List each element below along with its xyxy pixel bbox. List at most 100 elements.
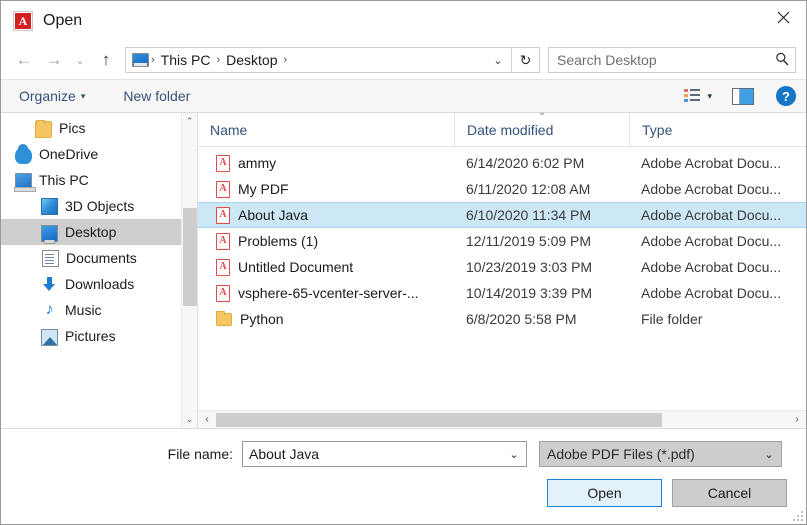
- file-type-cell: File folder: [641, 311, 703, 327]
- file-name-label: Python: [240, 311, 284, 327]
- view-mode-dropdown-icon[interactable]: ▾: [707, 91, 712, 102]
- sidebar-item-this-pc[interactable]: This PC: [1, 167, 197, 193]
- sidebar-item-label: Pics: [59, 120, 86, 136]
- file-name-cell: A Untitled Document: [198, 258, 454, 276]
- adobe-acrobat-icon: A: [13, 11, 33, 31]
- sidebar-item-downloads[interactable]: Downloads: [1, 271, 197, 297]
- back-button[interactable]: ←: [9, 45, 39, 75]
- column-header-name[interactable]: Name: [198, 113, 454, 146]
- file-date-cell: 10/14/2019 3:39 PM: [466, 285, 593, 301]
- file-date-cell: 12/11/2019 5:09 PM: [466, 233, 592, 249]
- sort-descending-icon: ⌄: [537, 107, 547, 118]
- sidebar-item-label: This PC: [39, 172, 89, 188]
- forward-button[interactable]: →: [39, 45, 69, 75]
- chevron-down-icon[interactable]: ⌄: [504, 448, 524, 461]
- sidebar-item-label: OneDrive: [39, 146, 99, 162]
- breadcrumb-item-this-pc[interactable]: This PC: [157, 52, 215, 68]
- refresh-icon[interactable]: ↻: [512, 47, 540, 73]
- file-type-value: Adobe PDF Files (*.pdf): [547, 446, 695, 462]
- sidebar-item-label: Music: [65, 302, 102, 318]
- file-name-input[interactable]: [249, 446, 504, 462]
- scroll-right-icon[interactable]: ›: [788, 411, 806, 429]
- file-name-label: About Java: [238, 207, 309, 223]
- command-bar: Organize ▾ New folder ▾ ?: [1, 79, 806, 113]
- table-row[interactable]: A vsphere-65-vcenter-server-... 10/14/20…: [198, 280, 806, 306]
- file-type-cell: Adobe Acrobat Docu...: [641, 233, 782, 249]
- breadcrumb-separator[interactable]: ›: [282, 54, 290, 66]
- scroll-up-icon[interactable]: ⌃: [182, 113, 198, 130]
- horizontal-scrollbar[interactable]: ‹ ›: [198, 410, 806, 428]
- organize-label: Organize: [19, 88, 76, 104]
- sidebar-item-documents[interactable]: Documents: [1, 245, 197, 271]
- sidebar-item-label: 3D Objects: [65, 198, 135, 214]
- button-row: Open Cancel: [19, 479, 788, 507]
- cancel-button[interactable]: Cancel: [672, 479, 787, 507]
- table-row[interactable]: A About Java 6/10/2020 11:34 PM Adobe Ac…: [198, 202, 806, 228]
- sidebar-scroll-track[interactable]: [182, 130, 198, 411]
- pdf-icon: A: [216, 154, 230, 172]
- close-icon[interactable]: [760, 1, 806, 33]
- file-type-cell: Adobe Acrobat Docu...: [641, 285, 782, 301]
- sidebar-item-pictures[interactable]: Pictures: [1, 323, 197, 349]
- pdf-icon: A: [216, 284, 230, 302]
- chevron-down-icon[interactable]: ⌄: [759, 448, 779, 461]
- new-folder-button[interactable]: New folder: [123, 88, 200, 104]
- horizontal-scroll-track[interactable]: [216, 411, 788, 429]
- file-name-cell: A My PDF: [198, 180, 454, 198]
- up-button[interactable]: ↑: [91, 45, 121, 75]
- open-button[interactable]: Open: [547, 479, 662, 507]
- scroll-left-icon[interactable]: ‹: [198, 411, 216, 429]
- resize-grip[interactable]: [793, 511, 803, 521]
- cube-icon: [41, 198, 58, 215]
- breadcrumb-separator[interactable]: ›: [214, 54, 222, 66]
- view-mode-icon[interactable]: [683, 88, 701, 104]
- file-date-cell: 6/11/2020 12:08 AM: [466, 181, 591, 197]
- breadcrumb-item-desktop[interactable]: Desktop: [222, 52, 281, 68]
- folder-icon: [35, 119, 52, 138]
- recent-locations-button[interactable]: ⌄: [69, 45, 91, 75]
- scroll-down-icon[interactable]: ⌄: [182, 411, 198, 428]
- column-header-label: Name: [210, 121, 248, 138]
- sidebar-list: Pics OneDrive This PC 3D Objects Desktop: [1, 113, 197, 349]
- title-bar: A Open: [1, 1, 806, 41]
- table-row[interactable]: Python 6/8/2020 5:58 PM File folder: [198, 306, 806, 332]
- sidebar-item-onedrive[interactable]: OneDrive: [1, 141, 197, 167]
- file-name-field[interactable]: ⌄: [242, 441, 527, 467]
- file-date-cell: 10/23/2019 3:03 PM: [466, 259, 593, 275]
- table-row[interactable]: A ammy 6/14/2020 6:02 PM Adobe Acrobat D…: [198, 150, 806, 176]
- file-type-cell: Adobe Acrobat Docu...: [641, 207, 782, 223]
- horizontal-scroll-thumb[interactable]: [216, 412, 663, 427]
- column-header-label: Type: [642, 121, 673, 138]
- sidebar-item-pics[interactable]: Pics: [1, 115, 197, 141]
- search-box[interactable]: [548, 47, 796, 73]
- breadcrumb[interactable]: › This PC › Desktop › ⌄: [125, 47, 512, 73]
- file-type-dropdown[interactable]: Adobe PDF Files (*.pdf) ⌄: [539, 441, 782, 467]
- help-icon[interactable]: ?: [776, 86, 796, 106]
- window-title: Open: [43, 12, 83, 29]
- sidebar-item-music[interactable]: ♪ Music: [1, 297, 197, 323]
- breadcrumb-separator[interactable]: ›: [149, 54, 157, 66]
- pictures-icon: [41, 328, 58, 346]
- file-name-cell: A About Java: [198, 206, 454, 224]
- column-header-type[interactable]: Type: [629, 113, 806, 146]
- sidebar-item-desktop[interactable]: Desktop: [1, 219, 197, 245]
- music-icon: ♪: [45, 300, 54, 318]
- search-input[interactable]: [557, 52, 775, 68]
- address-bar: ← → ⌄ ↑ › This PC › Desktop › ⌄ ↻: [1, 41, 806, 79]
- search-icon: [775, 52, 789, 69]
- file-date-cell: 6/8/2020 5:58 PM: [466, 311, 577, 327]
- sidebar-item-label: Documents: [66, 250, 137, 266]
- column-header-date-modified[interactable]: ⌄ Date modified: [454, 107, 629, 146]
- folder-icon: [216, 311, 232, 326]
- sidebar-scroll-thumb[interactable]: [182, 208, 197, 306]
- sidebar-scrollbar[interactable]: ⌃ ⌄: [181, 113, 197, 428]
- navigation-pane: Pics OneDrive This PC 3D Objects Desktop: [1, 113, 198, 428]
- organize-button[interactable]: Organize ▾: [19, 88, 95, 104]
- chevron-down-icon[interactable]: ⌄: [487, 48, 509, 72]
- table-row[interactable]: A My PDF 6/11/2020 12:08 AM Adobe Acroba…: [198, 176, 806, 202]
- pdf-icon: A: [216, 258, 230, 276]
- table-row[interactable]: A Problems (1) 12/11/2019 5:09 PM Adobe …: [198, 228, 806, 254]
- sidebar-item-3d-objects[interactable]: 3D Objects: [1, 193, 197, 219]
- preview-pane-icon[interactable]: [732, 87, 754, 105]
- table-row[interactable]: A Untitled Document 10/23/2019 3:03 PM A…: [198, 254, 806, 280]
